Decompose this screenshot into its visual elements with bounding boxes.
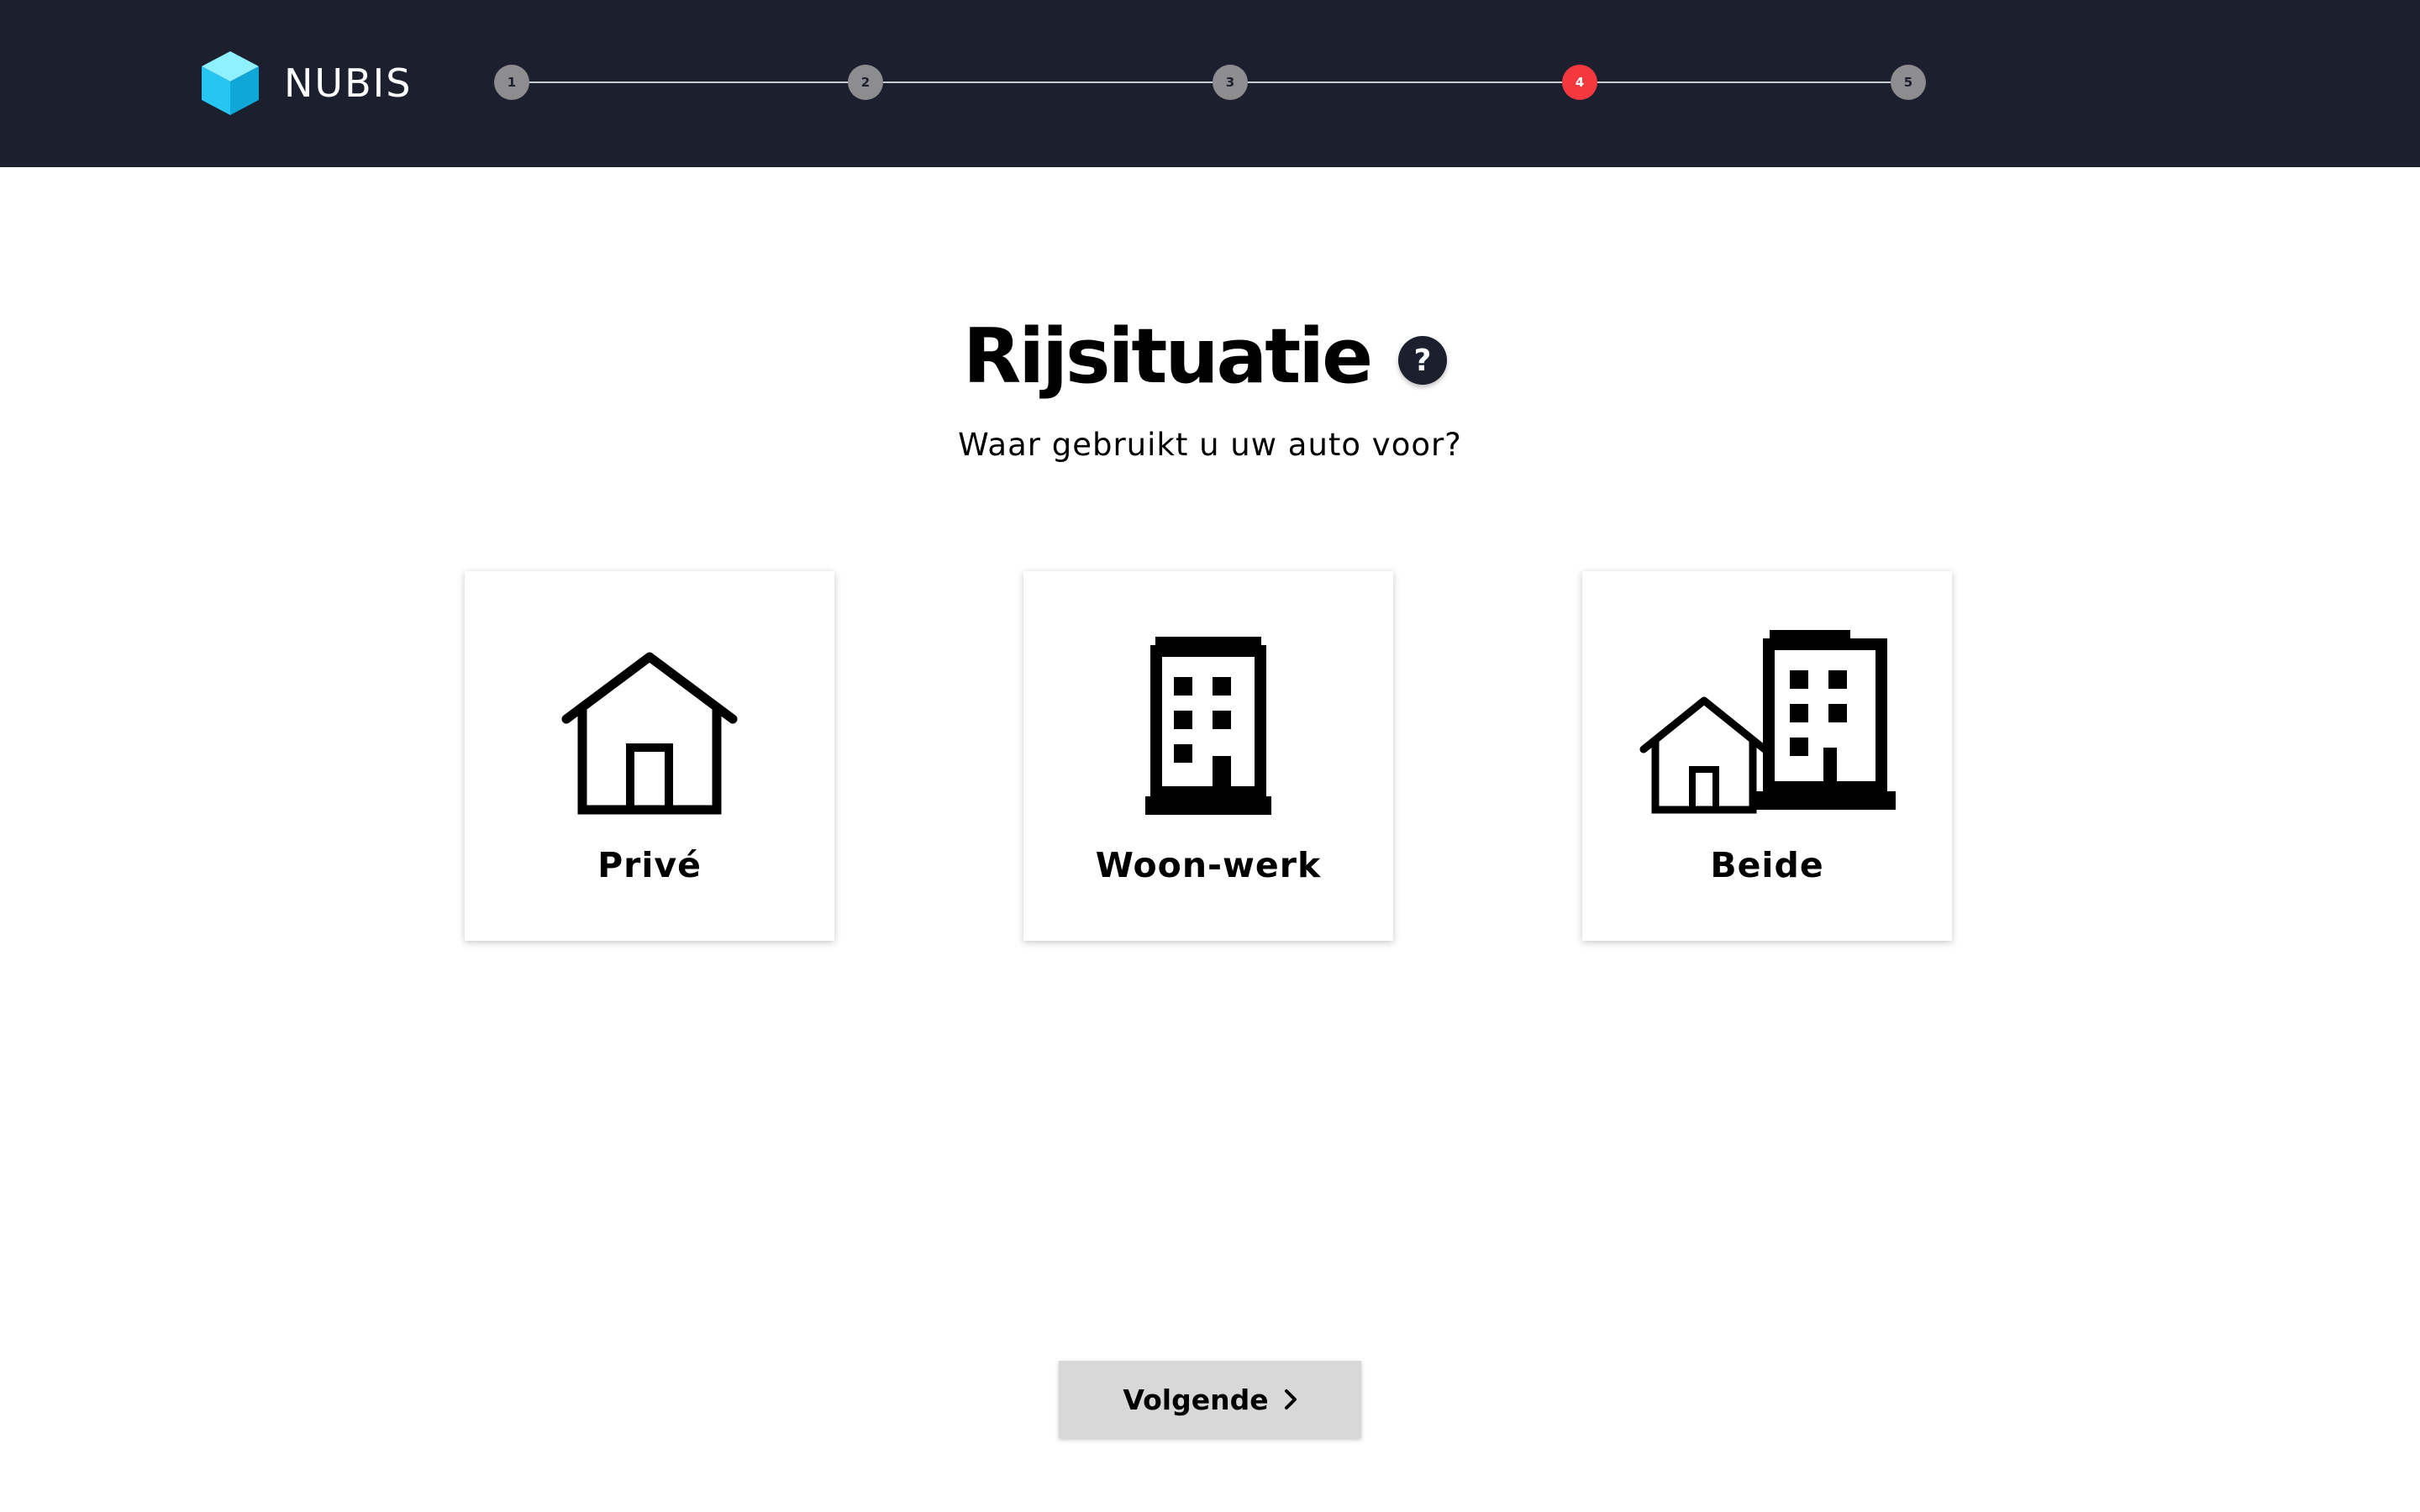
step-1[interactable]: 1	[494, 65, 529, 100]
option-label: Beide	[1710, 845, 1824, 885]
brand[interactable]: NUBIS	[200, 49, 412, 118]
stepper-line	[512, 81, 1907, 83]
option-card-woon-werk[interactable]: Woon-werk	[1023, 571, 1393, 941]
step-2[interactable]: 2	[848, 65, 883, 100]
step-5[interactable]: 5	[1891, 65, 1926, 100]
page-title: Rijsituatie	[963, 312, 1373, 401]
office-building-icon	[1145, 637, 1271, 815]
option-card-beide[interactable]: Beide	[1582, 571, 1952, 941]
progress-stepper: 1 2 3 4 5	[494, 65, 1926, 100]
brand-name: NUBIS	[284, 60, 413, 106]
option-card-prive[interactable]: Privé	[465, 571, 834, 941]
page-subtitle: Waar gebruikt u uw auto voor?	[958, 427, 1462, 463]
question-icon: ?	[1413, 343, 1432, 378]
next-button[interactable]: Volgende	[1059, 1361, 1361, 1438]
top-bar: NUBIS 1 2 3 4 5	[0, 0, 2420, 167]
chevron-right-icon	[1284, 1389, 1297, 1410]
option-label: Woon-werk	[1095, 845, 1322, 885]
house-icon	[561, 652, 738, 815]
option-label: Privé	[597, 845, 702, 885]
step-3[interactable]: 3	[1213, 65, 1248, 100]
title-row: Rijsituatie ?	[0, 311, 2420, 403]
house-and-building-icon	[1639, 630, 1896, 814]
cube-icon	[202, 51, 259, 115]
next-button-label: Volgende	[1123, 1383, 1269, 1416]
help-button[interactable]: ?	[1398, 336, 1447, 385]
step-4-current[interactable]: 4	[1562, 65, 1597, 100]
